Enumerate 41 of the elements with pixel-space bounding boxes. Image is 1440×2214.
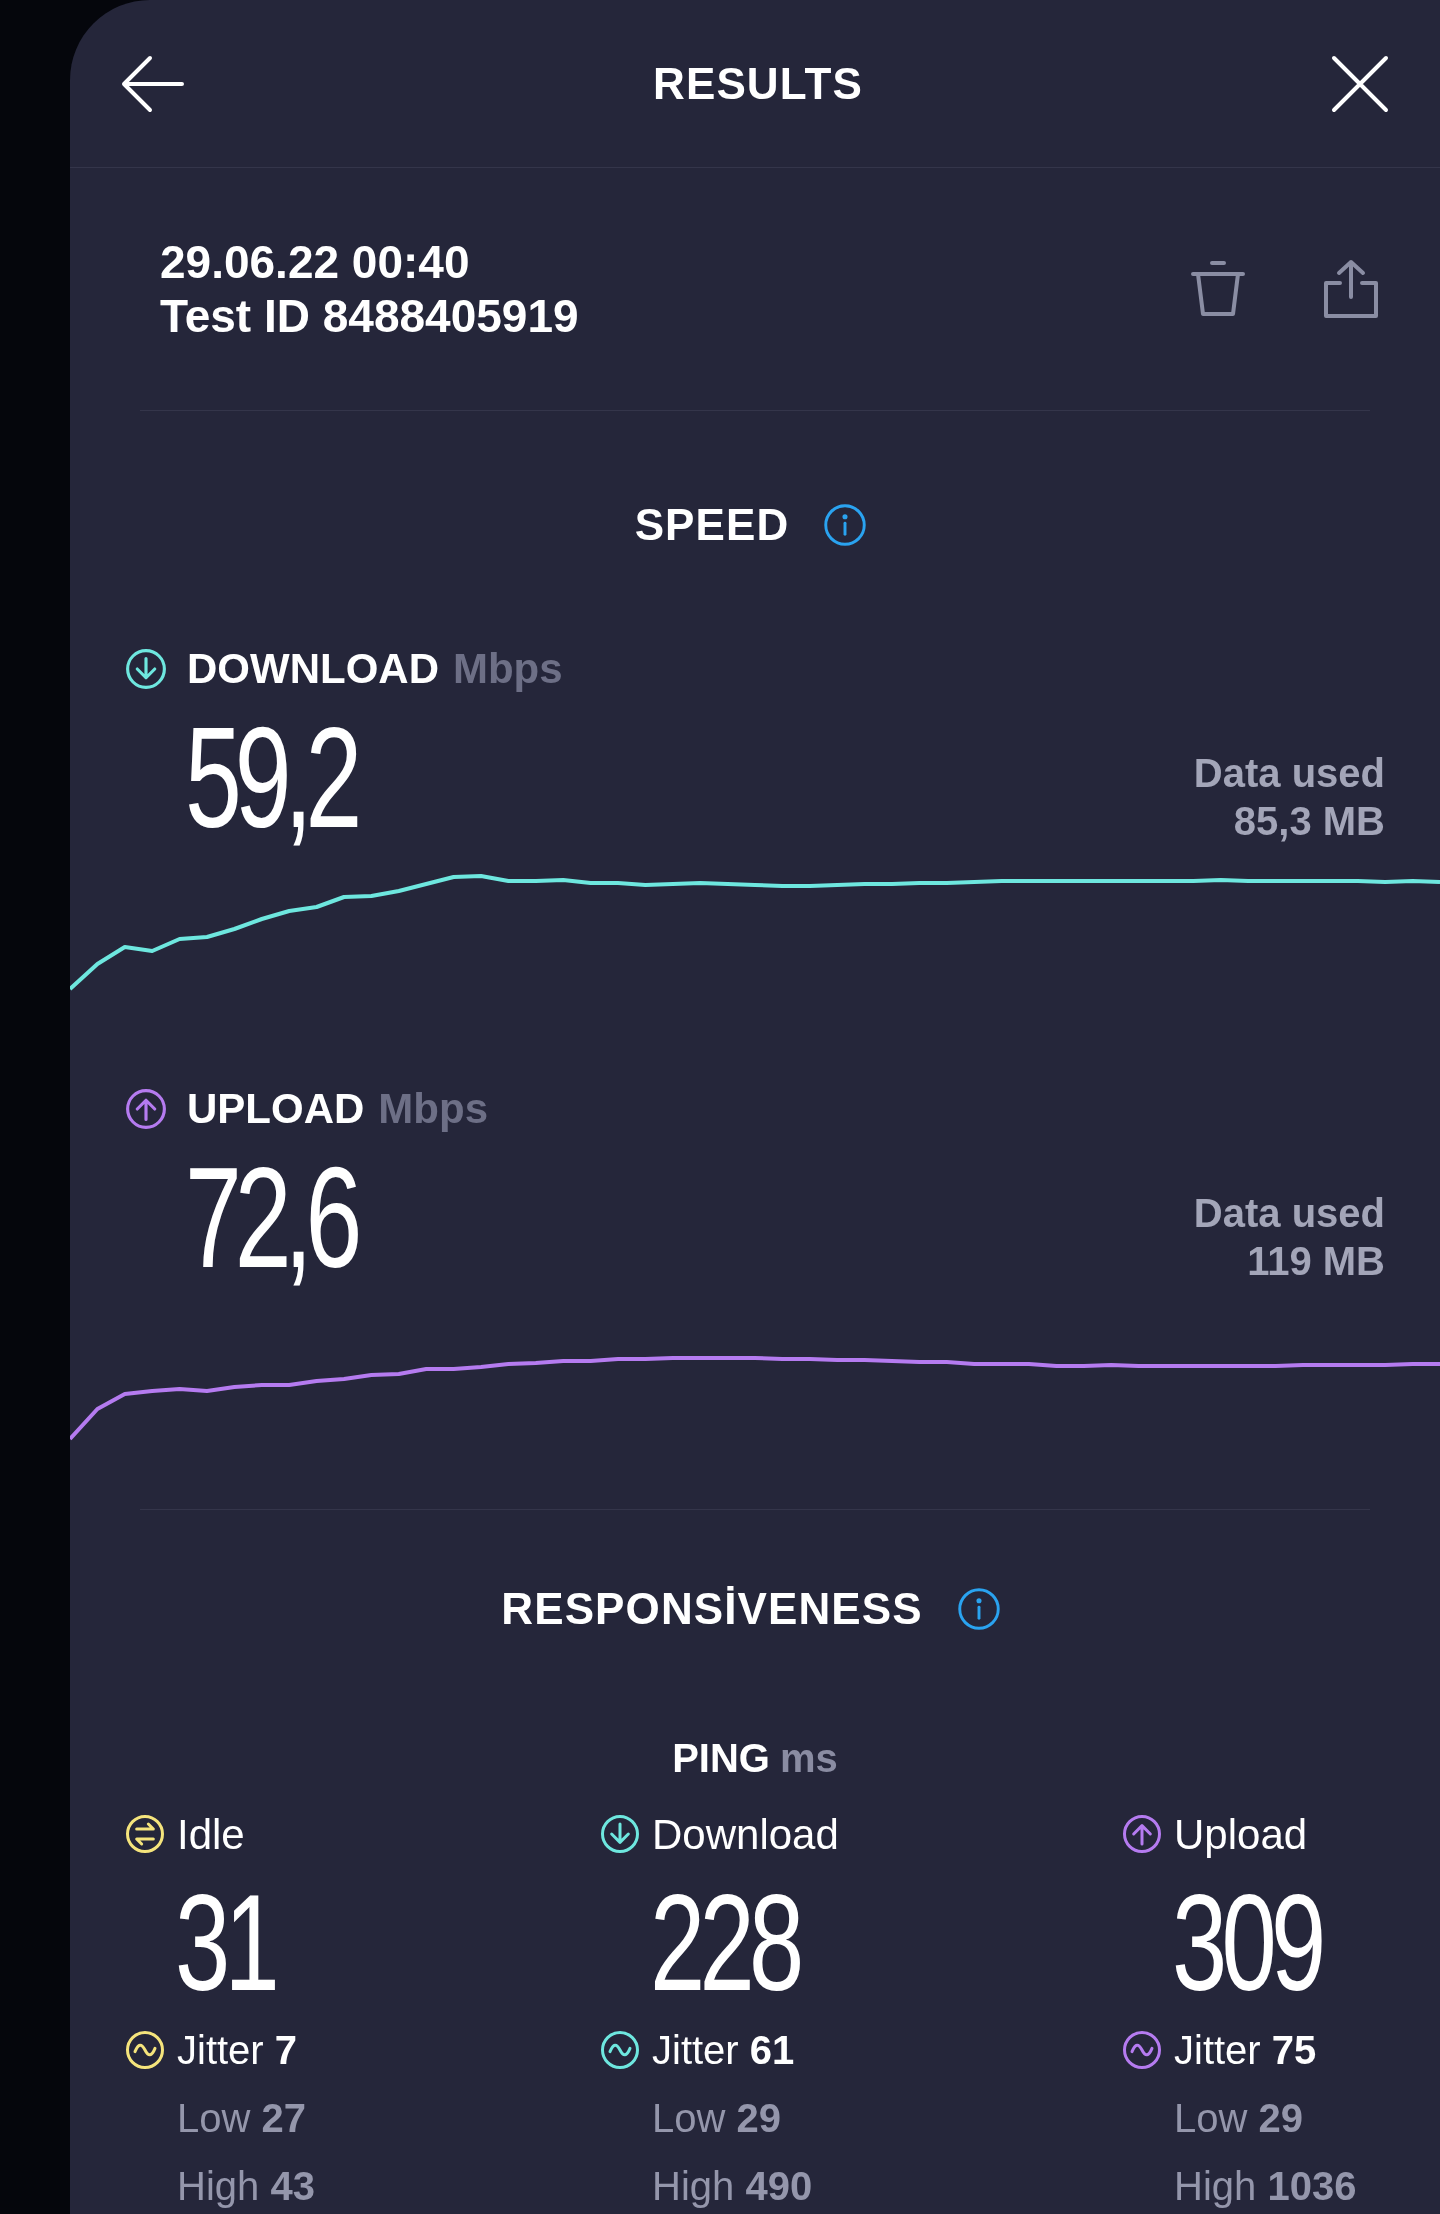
speed-value: 59,2 [185,706,356,849]
jitter-reading: Jitter 75 [1174,2027,1317,2074]
share-icon[interactable] [1322,259,1380,320]
ping-value: 31 [175,1873,274,2011]
ping-value: 228 [650,1873,799,2011]
speed-label: UPLOAD [187,1084,365,1135]
jitter-reading: Jitter 7 [177,2027,298,2074]
data-used-value: 85,3 MB [1233,797,1385,845]
ping-unit: ms [780,1735,838,1782]
data-used-label: Data used [1193,749,1385,797]
close-icon[interactable] [1330,53,1390,114]
jitter-wave-icon [600,2030,640,2070]
back-arrow-icon[interactable] [120,53,186,114]
low-reading: Low 29 [651,2095,782,2142]
page-title: RESULTS [653,57,863,110]
high-reading: High 43 [176,2163,316,2210]
jitter-wave-icon [1122,2030,1162,2070]
ping-column-label: Upload [1174,1809,1308,1860]
data-used-label: Data used [1193,1189,1385,1237]
trash-icon[interactable] [1190,260,1246,319]
high-reading: High 490 [651,2163,814,2210]
jitter-reading: Jitter 61 [652,2027,795,2074]
jitter-wave-icon [125,2030,165,2070]
speed-unit: Mbps [452,644,563,695]
ping-label: PING [672,1735,770,1782]
data-used-value: 119 MB [1247,1237,1385,1285]
info-icon[interactable] [823,503,868,547]
speed-label: DOWNLOAD [187,644,439,695]
info-icon[interactable] [956,1586,1001,1631]
ping-value: 309 [1172,1873,1321,2011]
ping-column-label: Download [652,1809,839,1860]
low-reading: Low 29 [1173,2095,1304,2142]
responsiveness-heading: RESPONSİVENESS [501,1582,923,1635]
low-reading: Low 27 [176,2095,307,2142]
speed-heading: SPEED [634,499,790,551]
ping-column-label: Idle [177,1809,245,1860]
speed-unit: Mbps [378,1084,488,1135]
speed-value: 72,6 [185,1146,356,1289]
test-id: Test ID 8488405919 [160,289,579,344]
test-date: 29.06.22 00:40 [160,235,471,290]
high-reading: High 1036 [1173,2163,1358,2210]
